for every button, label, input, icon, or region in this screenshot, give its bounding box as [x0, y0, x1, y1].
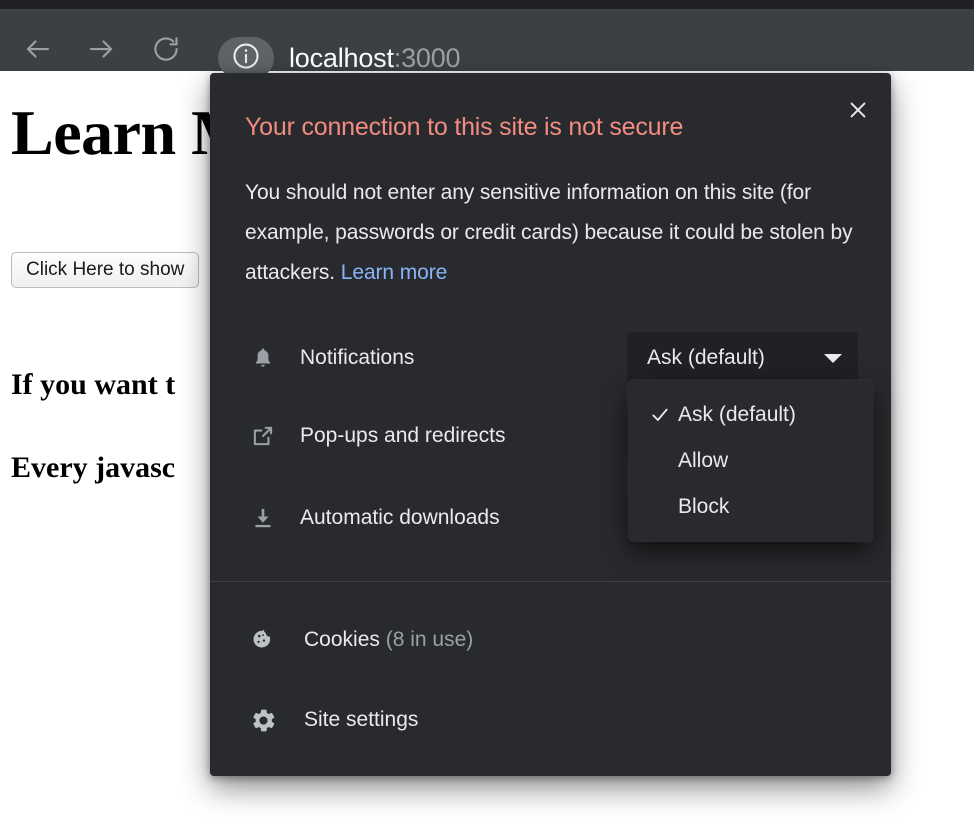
download-icon [247, 505, 279, 531]
check-icon [650, 405, 678, 425]
dropdown-option-allow[interactable]: Allow [628, 438, 873, 484]
cookie-icon [247, 627, 279, 654]
notifications-permission-value: Ask (default) [647, 346, 765, 369]
dropdown-option-label: Block [678, 495, 730, 518]
site-settings-row[interactable]: Site settings [210, 690, 891, 750]
dropdown-option-block[interactable]: Block [628, 484, 873, 530]
arrow-left-icon [23, 34, 53, 64]
dropdown-option-ask-default[interactable]: Ask (default) [628, 392, 873, 438]
section-divider [210, 581, 891, 582]
warning-body-text: You should not enter any sensitive infor… [245, 181, 853, 284]
gear-icon [247, 707, 279, 734]
permission-label: Pop-ups and redirects [300, 424, 506, 447]
url-text: localhost:3000 [289, 42, 461, 74]
notifications-dropdown-menu: Ask (default) Allow Block [628, 380, 873, 542]
connection-warning-body: You should not enter any sensitive infor… [245, 173, 860, 293]
dropdown-option-label: Allow [678, 449, 729, 472]
connection-warning-title: Your connection to this site is not secu… [245, 113, 684, 141]
browser-tab-strip [0, 0, 974, 9]
bell-icon [247, 345, 279, 371]
arrow-right-icon [86, 34, 116, 64]
close-popup-button[interactable] [839, 93, 877, 131]
cookies-count: (8 in use) [385, 628, 474, 651]
info-circle-icon [231, 41, 261, 76]
cookies-row[interactable]: Cookies (8 in use) [210, 610, 891, 670]
permission-label: Automatic downloads [300, 506, 500, 529]
forward-button[interactable] [83, 31, 119, 67]
reload-icon [151, 34, 181, 64]
url-port: :3000 [393, 42, 461, 73]
dropdown-option-label: Ask (default) [678, 403, 796, 426]
page-subheading-1: If you want t [11, 368, 176, 401]
site-settings-label: Site settings [304, 708, 419, 731]
click-here-to-show-button[interactable]: Click Here to show [11, 252, 200, 288]
site-information-popup: Your connection to this site is not secu… [210, 73, 891, 776]
close-icon [847, 99, 869, 126]
learn-more-link[interactable]: Learn more [341, 261, 447, 284]
chevron-down-icon [824, 353, 842, 363]
permission-label: Notifications [300, 346, 415, 369]
page-subheading-2: Every javasc [11, 451, 176, 484]
url-host: localhost [289, 42, 394, 73]
cookies-label: Cookies (8 in use) [304, 628, 473, 652]
notifications-permission-select[interactable]: Ask (default) [627, 332, 858, 384]
cookies-title: Cookies [304, 628, 380, 651]
browser-toolbar: localhost:3000 [0, 9, 974, 79]
back-button[interactable] [20, 31, 56, 67]
external-link-icon [247, 423, 279, 449]
reload-button[interactable] [148, 31, 184, 67]
